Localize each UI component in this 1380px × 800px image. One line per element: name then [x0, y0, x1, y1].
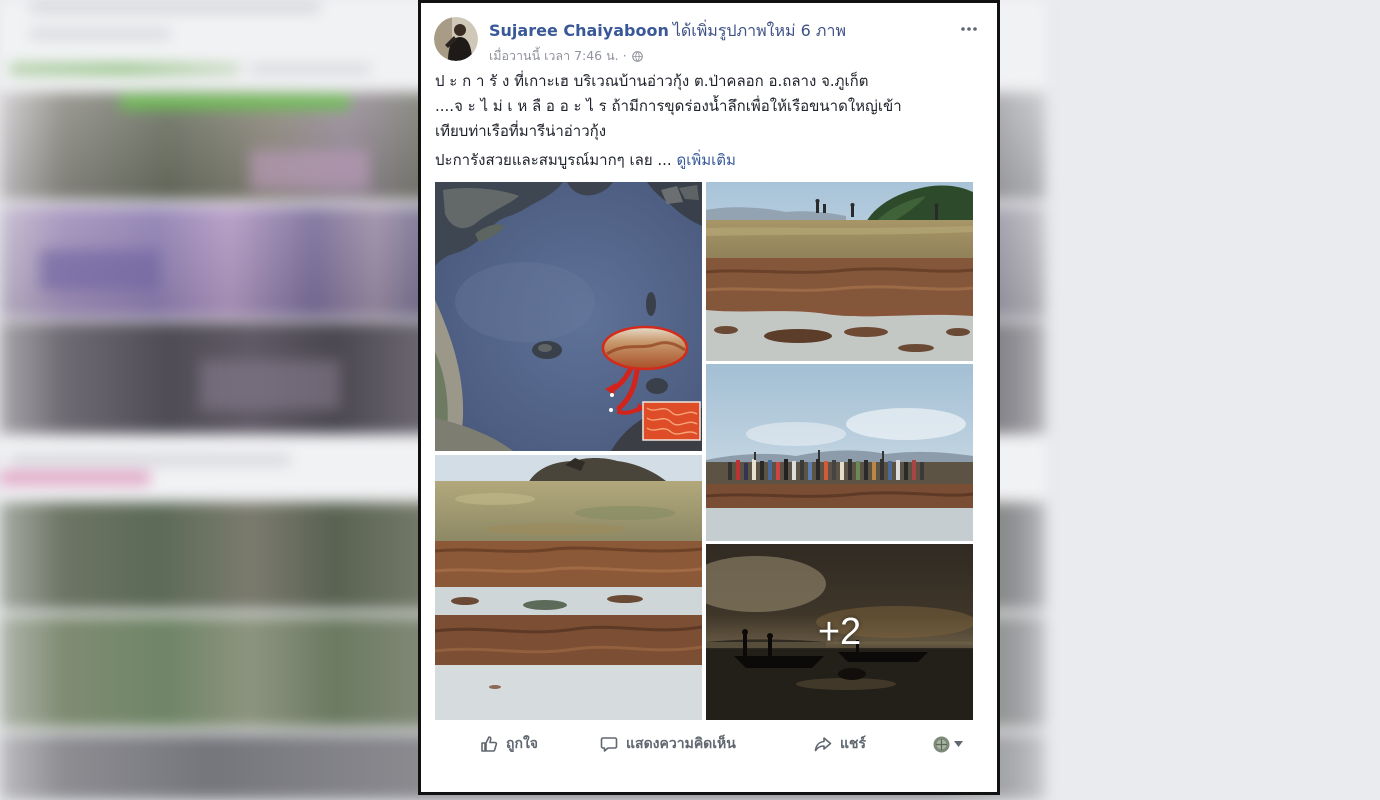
blurred-feed-item-accent — [200, 360, 340, 410]
post-text-line: ป ะ ก า รั ง ที่เกาะเฮ บริเวณบ้านอ่าวกุ้… — [435, 72, 869, 90]
facebook-post-card: Sujaree Chaiyaboon ได้เพิ่มรูปภาพใหม่ 6 ภ… — [418, 0, 1000, 795]
blurred-feed-item-accent — [250, 150, 370, 190]
avatar-image — [434, 17, 478, 61]
post-timestamp[interactable]: เมื่อวานนี้ เวลา 7:46 น. · — [489, 47, 627, 65]
crowd-image — [706, 364, 973, 541]
author-avatar[interactable] — [434, 17, 478, 61]
blurred-text-row — [30, 4, 320, 11]
post-text-line: เทียบท่าเรือที่มารีน่าอ่าวกุ้ง — [435, 122, 607, 140]
post-text-line: ....จ ะ ไ ม่ เ ห ลื อ อ ะ ไ ร ถ้ามีการขุ… — [435, 97, 902, 115]
share-button[interactable]: แชร์ — [814, 734, 866, 754]
globe-icon[interactable] — [631, 50, 643, 62]
map-image — [435, 182, 702, 451]
photo-coral-flat[interactable] — [435, 455, 702, 720]
blurred-feed-item-accent — [40, 250, 160, 290]
photo-crowd[interactable] — [706, 364, 973, 541]
like-icon — [481, 736, 498, 752]
blurred-text-row — [30, 30, 170, 38]
caret-down-icon — [954, 741, 963, 747]
see-more-link[interactable]: ดูเพิ่มเติม — [676, 151, 735, 169]
post-summary: ปะการังสวยและสมบูรณ์มากๆ เลย ... — [435, 151, 677, 169]
coral-reef-image — [706, 182, 973, 361]
blurred-text-row — [0, 471, 150, 485]
page-avatar-icon — [933, 736, 950, 752]
photo-coral-reef[interactable] — [706, 182, 973, 361]
blurred-text-row — [10, 64, 240, 74]
comment-button[interactable]: แสดงความคิดเห็น — [600, 734, 736, 754]
post-header: Sujaree Chaiyaboon ได้เพิ่มรูปภาพใหม่ 6 ภ… — [489, 20, 846, 42]
post-summary-line: ปะการังสวยและสมบูรณ์มากๆ เลย ... ดูเพิ่ม… — [435, 148, 985, 173]
comment-label: แสดงความคิดเห็น — [626, 736, 736, 752]
like-button[interactable]: ถูกใจ — [480, 734, 538, 754]
blurred-feed-item-accent — [120, 95, 350, 109]
more-photos-count: +2 — [817, 610, 862, 653]
post-meta: เมื่อวานนี้ เวลา 7:46 น. · — [489, 47, 643, 65]
photo-sunset-boats[interactable]: +2 — [706, 544, 973, 720]
author-name[interactable]: Sujaree Chaiyaboon — [489, 21, 669, 40]
comment-icon — [600, 737, 618, 752]
blurred-text-row — [10, 455, 290, 465]
share-icon — [814, 737, 832, 752]
photo-map[interactable] — [435, 182, 702, 451]
blurred-text-row — [250, 65, 370, 73]
more-options-icon — [961, 27, 977, 31]
like-label: ถูกใจ — [506, 736, 538, 752]
more-options-button[interactable] — [958, 21, 980, 37]
audience-selector[interactable] — [933, 734, 963, 754]
coral-flat-image — [435, 455, 702, 720]
share-label: แชร์ — [840, 736, 867, 752]
author-action-text[interactable]: ได้เพิ่มรูปภาพใหม่ 6 ภาพ — [673, 21, 846, 40]
